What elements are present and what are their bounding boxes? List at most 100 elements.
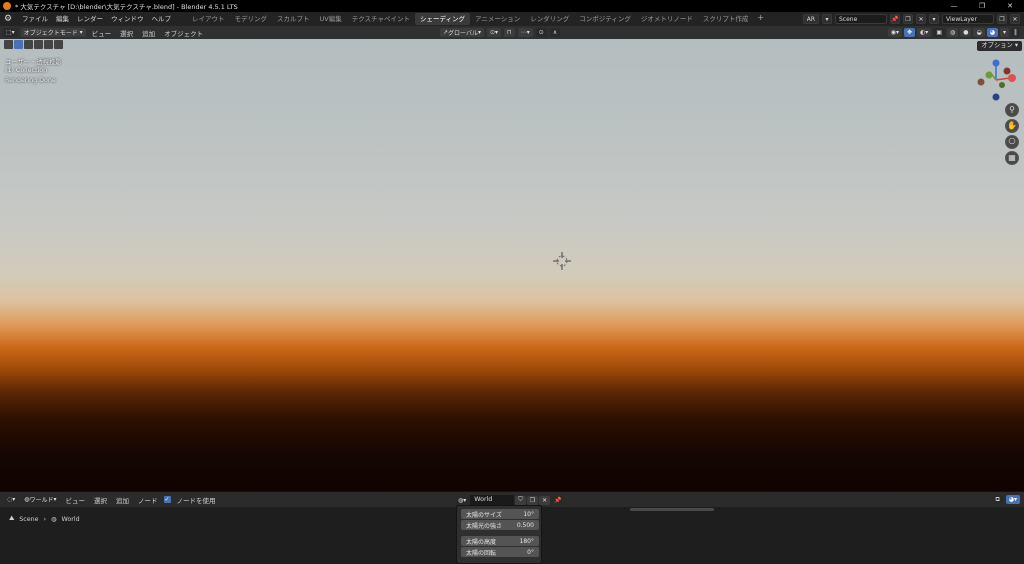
tab-uv-editing[interactable]: UV編集 [315, 13, 347, 25]
viewport-menu-add[interactable]: 追加 [139, 28, 158, 38]
add-workspace-button[interactable]: + [753, 13, 768, 25]
viewport-collection-label: (1) Collection [5, 67, 48, 74]
node-row-sun-elevation[interactable]: 太陽の高度 180° [461, 536, 539, 546]
zoom-icon[interactable]: ⚲ [1005, 103, 1019, 117]
ar-toggle[interactable]: AR [802, 14, 819, 24]
tab-animation[interactable]: アニメーション [470, 13, 525, 25]
node-row-sun-size[interactable]: 太陽のサイズ 10° [461, 509, 539, 519]
unlink-world-icon[interactable]: ✕ [539, 495, 551, 505]
node-menu-select[interactable]: 選択 [91, 495, 110, 505]
overlay-toggle-icon[interactable]: ◐▾ [917, 28, 932, 37]
sidebar-toggle-icon[interactable]: ‖ [1011, 28, 1020, 37]
gizmo-toggle-icon[interactable]: ✥ [904, 28, 916, 37]
viewport-menu-object[interactable]: オブジェクト [161, 28, 206, 38]
wireframe-shading-icon[interactable]: ◍ [946, 28, 959, 37]
sun-intensity-label: 太陽光の強さ [466, 522, 503, 530]
viewport-view-label: ユーザー・透視投影 [5, 59, 62, 66]
shader-type-dropdown[interactable]: ◍ ワールド ▾ [21, 495, 60, 504]
node-gizmo-icon[interactable]: ◕▾ [1005, 495, 1020, 504]
new-view-layer-icon[interactable]: ❐ [997, 14, 1007, 24]
menu-window[interactable]: ウィンドウ [107, 12, 148, 26]
ar-label: AR [806, 15, 815, 23]
close-button[interactable]: ✕ [996, 0, 1024, 12]
tab-rendering[interactable]: レンダリング [525, 13, 574, 25]
world-datablock: ◍▾ World ⛉ ❐ ✕ 📌 [455, 495, 565, 505]
world-name-field[interactable]: World [470, 495, 515, 505]
delete-scene-icon[interactable]: ✕ [916, 14, 926, 24]
pivot-icon[interactable]: ⊙▾ [487, 28, 502, 37]
blender-logo-icon[interactable]: ⚙ [4, 14, 14, 24]
select-invert-icon[interactable] [44, 40, 53, 49]
tab-sculpting[interactable]: スカルプト [272, 13, 315, 25]
sun-size-label: 太陽のサイズ [466, 511, 502, 519]
xray-icon[interactable]: ▣ [933, 28, 945, 37]
shading-options-icon[interactable]: ▾ [999, 28, 1009, 37]
view-layer-icon[interactable]: ▾ [929, 14, 939, 24]
select-extend-icon[interactable] [24, 40, 33, 49]
node-menu-view[interactable]: ビュー [63, 495, 89, 505]
material-shading-icon[interactable]: ◒ [973, 28, 985, 37]
scene-name: Scene [839, 15, 858, 23]
select-intersect-icon[interactable] [54, 40, 63, 49]
navigation-gizmo[interactable] [972, 58, 1020, 102]
cursor-tool-icon[interactable] [4, 40, 13, 49]
snap-icon[interactable]: ⊓ [504, 28, 515, 37]
menu-help[interactable]: ヘルプ [148, 12, 176, 26]
menu-file[interactable]: ファイル [18, 12, 52, 26]
perspective-grid-icon[interactable]: ▦ [1005, 151, 1019, 165]
select-new-icon[interactable] [14, 40, 23, 49]
node-row-sun-rotation[interactable]: 太陽の回転 0° [461, 547, 539, 557]
node-menu-add[interactable]: 追加 [113, 495, 132, 505]
sun-rotation-label: 太陽の回転 [466, 549, 497, 557]
tab-scripting[interactable]: スクリプト作成 [698, 13, 754, 25]
scene-breadcrumb-icon: ⛰ [9, 515, 15, 522]
scene-icon[interactable]: ▾ [822, 14, 832, 24]
pin-icon[interactable]: 📌 [890, 14, 900, 24]
pan-hand-icon[interactable]: ✋ [1005, 119, 1019, 133]
minimize-button[interactable]: — [940, 0, 968, 12]
tab-modeling[interactable]: モデリング [230, 13, 273, 25]
node-editor-scrollbar[interactable] [630, 508, 714, 511]
viewport-display-tools: ◉▾ ✥ ◐▾ ▣ ◍ ● ◒ ◕ ▾ ‖ [887, 28, 1020, 37]
mode-dropdown[interactable]: オブジェクトモード ▾ [20, 28, 86, 37]
proportional-edit-icon[interactable]: ⊙ [535, 28, 547, 37]
selection-mode-tools [4, 40, 63, 49]
maximize-button[interactable]: ❐ [968, 0, 996, 12]
new-scene-icon[interactable]: ❐ [903, 14, 913, 24]
viewport-options-dropdown[interactable]: オプション ▾ [977, 41, 1022, 51]
visibility-icon[interactable]: ◉▾ [887, 28, 903, 37]
scene-field[interactable]: Scene [835, 14, 887, 24]
node-row-sun-intensity[interactable]: 太陽光の強さ 0.500 [461, 520, 539, 530]
world-icon[interactable]: ◍▾ [455, 495, 470, 505]
rendered-shading-icon[interactable]: ◕ [986, 28, 998, 37]
fake-user-shield-icon[interactable]: ⛉ [515, 495, 526, 505]
editor-type-icon[interactable]: ⬚▾ [3, 28, 18, 37]
falloff-icon[interactable]: ∧ [549, 28, 561, 37]
tab-shading[interactable]: シェーディング [414, 13, 471, 25]
tab-layout[interactable]: レイアウト [187, 13, 230, 25]
viewport-menu-select[interactable]: 選択 [117, 28, 136, 38]
menu-render[interactable]: レンダー [73, 12, 107, 26]
tab-geometry-nodes[interactable]: ジオメトリノード [636, 13, 698, 25]
workspace-tabs: レイアウト モデリング スカルプト UV編集 テクスチャペイント シェーディング… [187, 13, 768, 25]
use-nodes-checkbox[interactable]: ✓ [163, 496, 171, 503]
duplicate-world-icon[interactable]: ❐ [526, 495, 539, 505]
solid-shading-icon[interactable]: ● [960, 28, 972, 37]
viewport-options-label: オプション [981, 42, 1013, 49]
viewport-3d[interactable] [0, 39, 1024, 491]
delete-view-layer-icon[interactable]: ✕ [1010, 14, 1020, 24]
view-layer-field[interactable]: ViewLayer [942, 14, 994, 24]
transform-orientation-dropdown[interactable]: ↗ グローバル ▾ [440, 28, 484, 37]
select-subtract-icon[interactable] [34, 40, 43, 49]
camera-view-icon[interactable]: ⎔ [1005, 135, 1019, 149]
tab-texture-paint[interactable]: テクスチャペイント [347, 13, 415, 25]
tab-compositing[interactable]: コンポジティング [574, 13, 636, 25]
menu-edit[interactable]: 編集 [52, 12, 73, 26]
viewport-menu-view[interactable]: ビュー [89, 28, 115, 38]
shader-editor-type-icon[interactable]: ◌▾ [4, 495, 19, 504]
node-menu-node[interactable]: ノード [135, 495, 161, 505]
snap-target-icon[interactable]: ⋯▾ [517, 28, 533, 37]
sky-texture-node[interactable]: 太陽のサイズ 10° 太陽光の強さ 0.500 太陽の高度 180° 太陽の回転… [456, 505, 542, 564]
node-overlay-icon[interactable]: ⧉ [992, 495, 1003, 504]
world-pin-icon[interactable]: 📌 [551, 495, 565, 505]
